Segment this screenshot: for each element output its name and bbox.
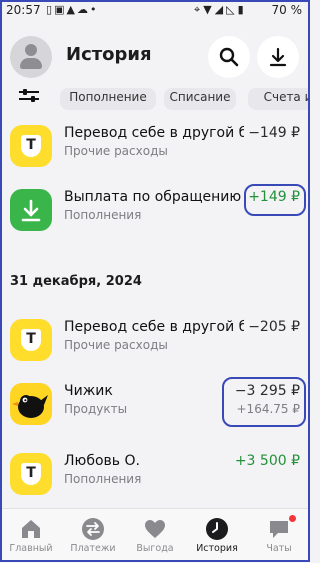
alert-icon: ▲ bbox=[66, 3, 77, 16]
battery-icon: ▮ bbox=[237, 3, 247, 16]
chip-accounts[interactable]: Счета и bbox=[248, 88, 310, 110]
filter-settings-button[interactable] bbox=[16, 88, 42, 108]
tab-label: История bbox=[196, 543, 238, 554]
bird-icon bbox=[12, 395, 48, 418]
signal-off-icon: ◺ bbox=[226, 3, 238, 16]
tinkoff-logo-glyph: T bbox=[26, 137, 36, 153]
transaction-amount: −149 ₽ bbox=[248, 125, 300, 141]
tab-history[interactable]: История bbox=[186, 509, 248, 563]
dot-icon: • bbox=[89, 3, 99, 16]
tinkoff-logo-icon: T bbox=[10, 319, 52, 361]
tab-payments[interactable]: Платежи bbox=[62, 509, 124, 563]
tab-label: Главный bbox=[9, 543, 53, 554]
tinkoff-badge-shape: T bbox=[21, 135, 41, 157]
transaction-category: Прочие расходы bbox=[64, 144, 168, 158]
chat-icon bbox=[270, 521, 288, 538]
status-notification-icons: ▯▣▲☁• bbox=[46, 3, 98, 16]
signal-icon: ◢ bbox=[214, 3, 227, 16]
tinkoff-logo-glyph: T bbox=[26, 331, 36, 347]
location-icon: ⌖ bbox=[194, 3, 204, 16]
transaction-row[interactable]: T Перевод себе в другой ба… Прочие расхо… bbox=[0, 310, 310, 374]
transaction-cashback: +164.75 ₽ bbox=[236, 402, 301, 416]
tab-label: Чаты bbox=[266, 543, 292, 554]
status-system-icons: ⌖▼◢◺▮ bbox=[194, 3, 247, 17]
transaction-name: Перевод себе в другой ба… bbox=[64, 319, 244, 335]
avatar[interactable] bbox=[10, 36, 52, 78]
tab-label: Выгода bbox=[136, 543, 174, 554]
transaction-amount: +149 ₽ bbox=[248, 189, 300, 205]
app-header: История bbox=[0, 24, 310, 86]
tab-benefits[interactable]: Выгода bbox=[124, 509, 186, 563]
tinkoff-logo-icon: T bbox=[10, 125, 52, 167]
chip-deposits[interactable]: Пополнение bbox=[60, 88, 156, 110]
home-icon bbox=[22, 520, 40, 538]
wifi-icon: ▼ bbox=[203, 3, 215, 16]
transaction-amount: −205 ₽ bbox=[248, 319, 300, 335]
transfer-icon bbox=[82, 518, 104, 540]
transaction-category: Пополнения bbox=[64, 208, 142, 222]
tinkoff-logo-icon: T bbox=[10, 453, 52, 495]
transaction-row[interactable]: Чижик Продукты −3 295 ₽ +164.75 ₽ bbox=[0, 374, 310, 438]
chizhik-bird-icon bbox=[10, 383, 52, 425]
transaction-row[interactable]: T Любовь О. Пополнения +3 500 ₽ bbox=[0, 444, 310, 508]
download-button[interactable] bbox=[257, 36, 299, 78]
download-payout-icon bbox=[10, 189, 52, 231]
avatar-body-shape bbox=[20, 58, 42, 69]
sliders-icon bbox=[19, 89, 39, 102]
page-title: История bbox=[66, 44, 152, 65]
transaction-category: Пополнения bbox=[64, 472, 142, 486]
transaction-amount: −3 295 ₽ bbox=[234, 383, 300, 399]
search-button[interactable] bbox=[208, 36, 250, 78]
transaction-name: Чижик bbox=[64, 383, 113, 399]
tinkoff-badge-shape: T bbox=[21, 329, 41, 351]
avatar-head-shape bbox=[25, 44, 37, 56]
transaction-name: Перевод себе в другой ба… bbox=[64, 125, 244, 141]
arrow-down-icon bbox=[21, 199, 41, 222]
battery-level: 70 % bbox=[271, 3, 303, 17]
transaction-row[interactable]: Выплата по обращению A… Пополнения +149 … bbox=[0, 180, 310, 244]
transaction-amount: +3 500 ₽ bbox=[234, 453, 300, 469]
transaction-row[interactable]: T Перевод себе в другой ба… Прочие расхо… bbox=[0, 116, 310, 180]
transaction-name: Выплата по обращению A… bbox=[64, 189, 244, 205]
cloud-icon: ☁ bbox=[76, 3, 90, 16]
tinkoff-badge-shape: T bbox=[21, 463, 41, 485]
heart-icon bbox=[145, 520, 165, 538]
date-group-header: 31 декабря, 2024 bbox=[10, 274, 142, 289]
status-bar: 20:57 ▯▣▲☁• ⌖▼◢◺▮ 70 % bbox=[0, 0, 310, 22]
search-icon bbox=[219, 47, 239, 67]
status-time: 20:57 bbox=[6, 3, 41, 17]
filter-chips: Пополнение Списание Счета и bbox=[0, 88, 310, 110]
tab-home[interactable]: Главный bbox=[0, 509, 62, 563]
notification-badge bbox=[289, 515, 296, 522]
transaction-category: Продукты bbox=[64, 402, 128, 416]
sim-icon: ▯ bbox=[46, 3, 55, 16]
bottom-tab-bar: Главный Платежи Выгода История Чаты bbox=[0, 508, 310, 563]
tab-chats[interactable]: Чаты bbox=[248, 509, 310, 563]
tab-label: Платежи bbox=[70, 543, 116, 554]
download-icon bbox=[269, 47, 287, 67]
transaction-name: Любовь О. bbox=[64, 453, 140, 469]
chip-withdrawals[interactable]: Списание bbox=[164, 88, 236, 110]
clock-icon bbox=[206, 518, 228, 540]
tinkoff-logo-glyph: T bbox=[26, 465, 36, 481]
transaction-category: Прочие расходы bbox=[64, 338, 168, 352]
photo-icon: ▣ bbox=[54, 3, 67, 16]
